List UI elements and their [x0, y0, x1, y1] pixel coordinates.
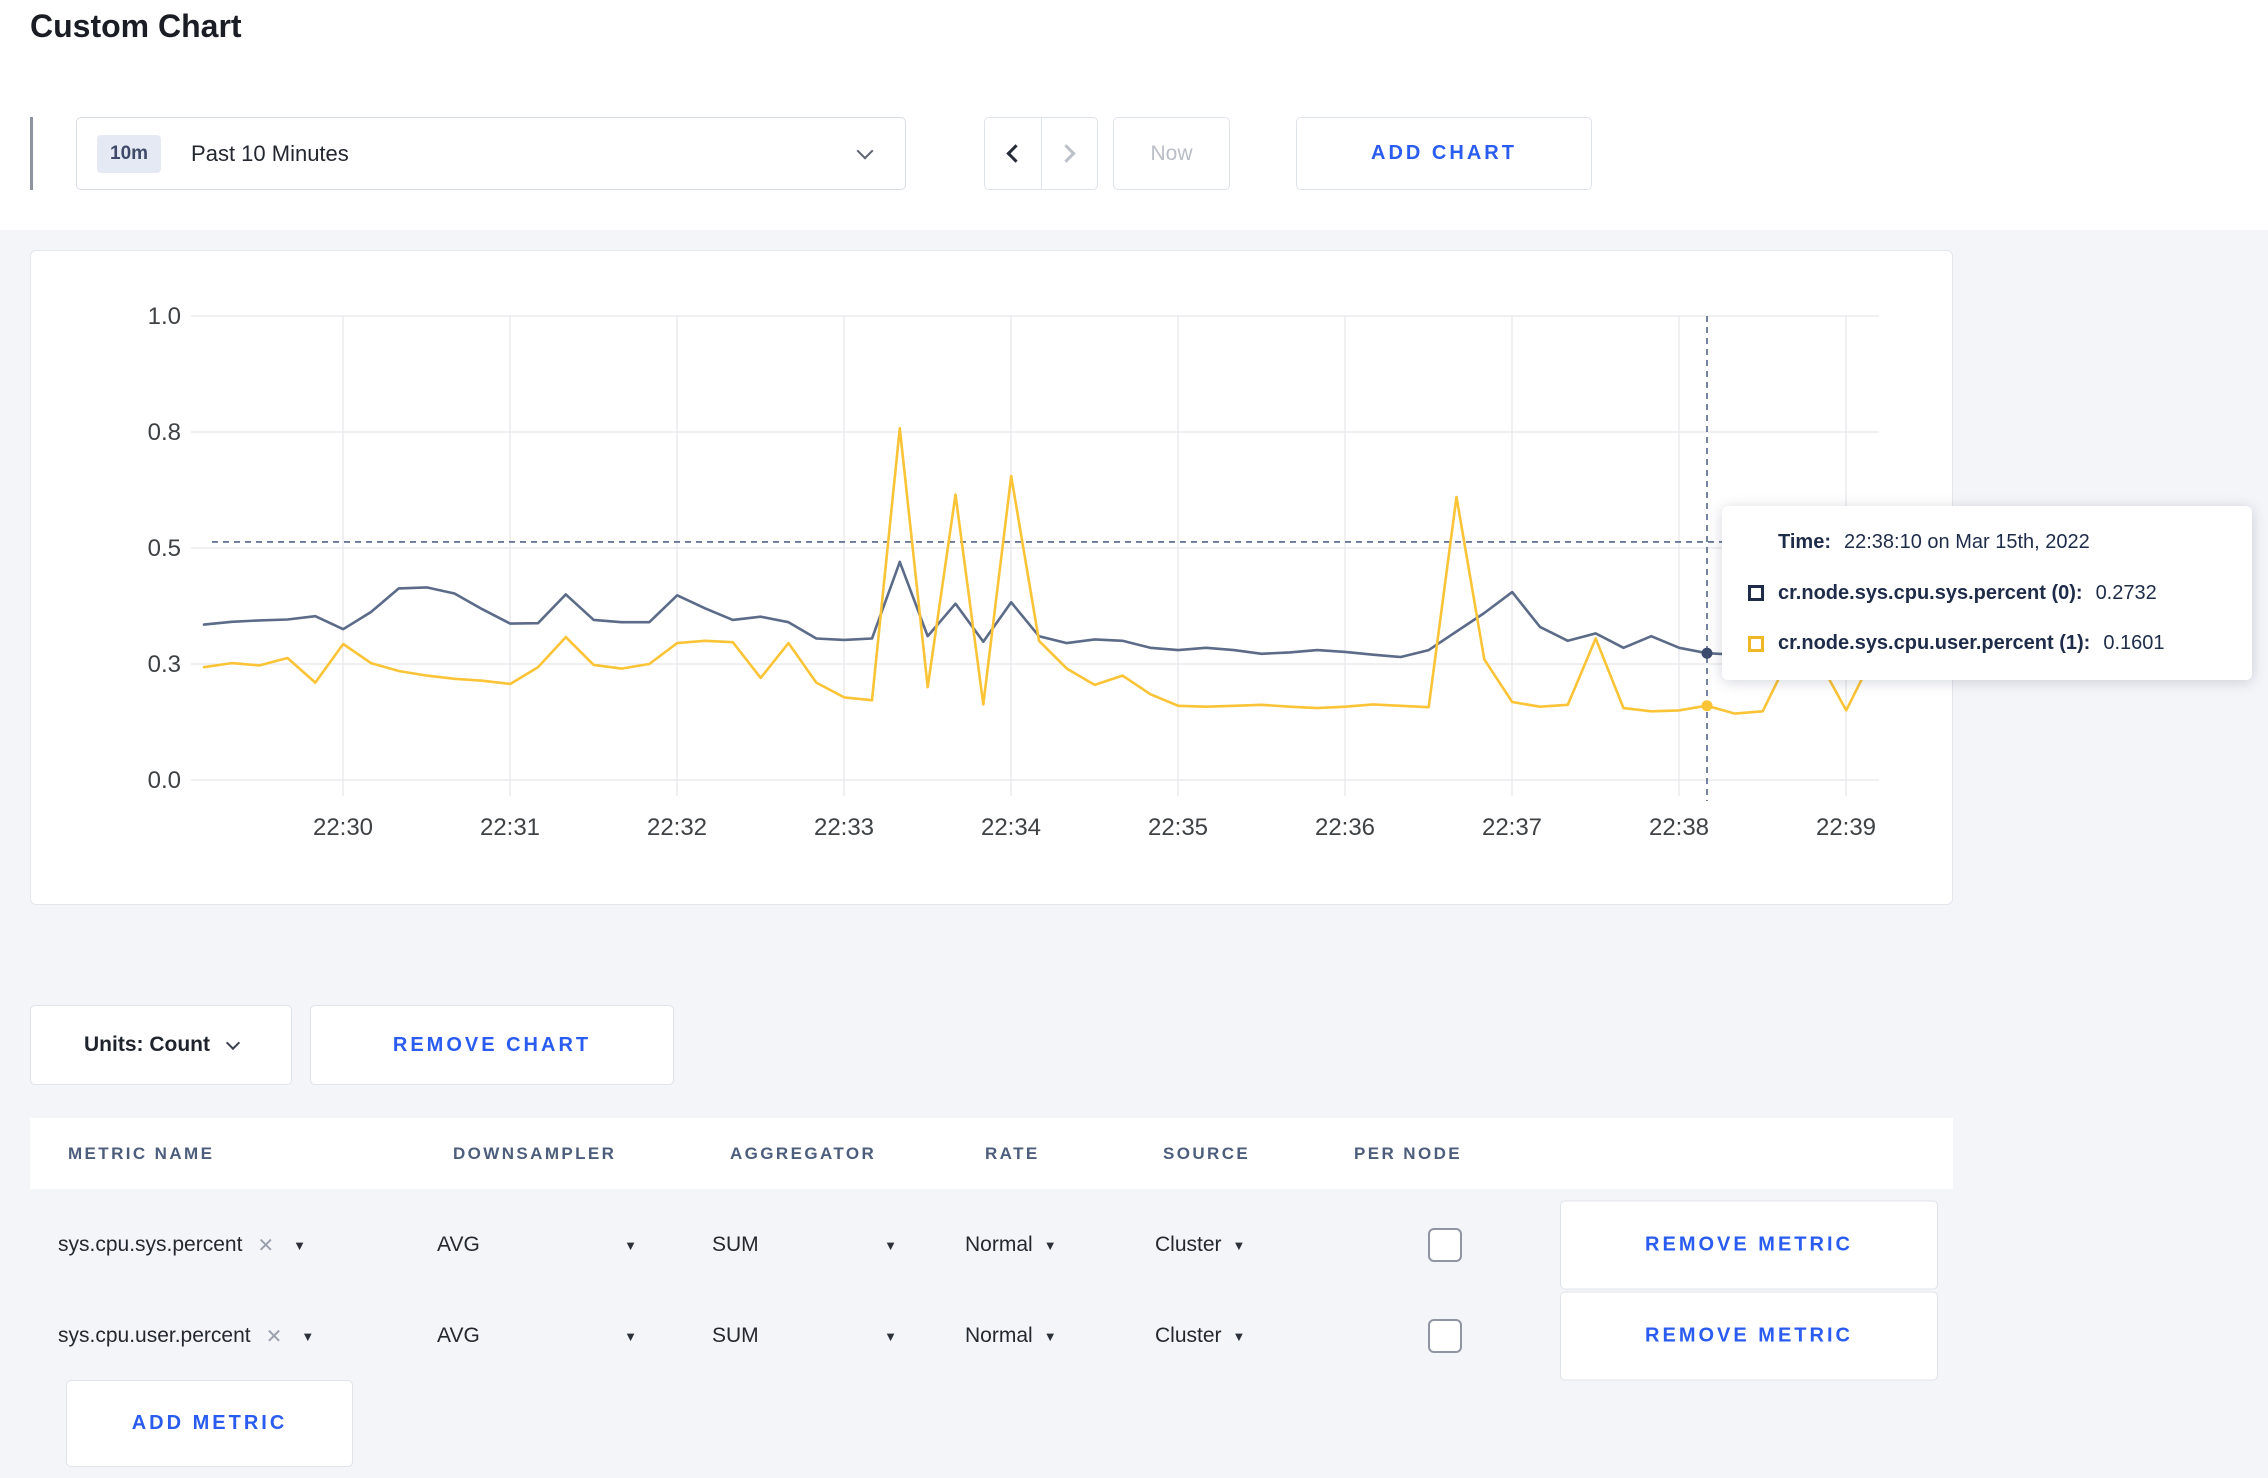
- caret-down-icon: ▼: [884, 1328, 897, 1344]
- svg-text:22:39: 22:39: [1816, 814, 1876, 841]
- metric-row: sys.cpu.sys.percent ✕ ▼ AVG ▼ SUM ▼ Norm…: [30, 1199, 1953, 1291]
- metrics-table-header: METRIC NAME DOWNSAMPLER AGGREGATOR RATE …: [30, 1118, 1953, 1189]
- caret-down-icon: ▼: [293, 1237, 307, 1253]
- downsampler-value: AVG: [437, 1233, 480, 1256]
- tooltip-time-value: 22:38:10 on Mar 15th, 2022: [1843, 531, 2090, 553]
- time-window-select[interactable]: 10m Past 10 Minutes: [76, 117, 906, 190]
- source-value: Cluster: [1155, 1233, 1222, 1256]
- add-metric-button[interactable]: ADD METRIC: [66, 1380, 353, 1467]
- clear-metric-icon[interactable]: ✕: [266, 1324, 283, 1349]
- rate-value: Normal: [965, 1233, 1033, 1256]
- add-chart-button[interactable]: ADD CHART: [1296, 117, 1592, 190]
- source-select[interactable]: Cluster ▼: [1155, 1290, 1245, 1382]
- rate-value: Normal: [965, 1324, 1033, 1347]
- caret-down-icon: ▼: [624, 1328, 637, 1344]
- time-nav-group: [984, 117, 1098, 190]
- svg-text:0.3: 0.3: [148, 651, 181, 678]
- svg-text:22:37: 22:37: [1482, 814, 1542, 841]
- metric-name-select[interactable]: sys.cpu.user.percent ✕ ▼: [58, 1290, 314, 1382]
- tooltip-series-row: cr.node.sys.cpu.sys.percent (0): 0.2732: [1748, 582, 2226, 605]
- svg-text:0.0: 0.0: [148, 767, 181, 794]
- tooltip-series-name: cr.node.sys.cpu.sys.percent (0):: [1778, 581, 2083, 604]
- aggregator-value: SUM: [712, 1233, 759, 1256]
- remove-metric-button[interactable]: REMOVE METRIC: [1560, 1200, 1938, 1290]
- caret-down-icon: ▼: [301, 1328, 315, 1344]
- svg-text:22:33: 22:33: [814, 814, 874, 841]
- metric-name-value: sys.cpu.user.percent: [58, 1324, 251, 1347]
- svg-text:22:32: 22:32: [647, 814, 707, 841]
- time-window-label: Past 10 Minutes: [191, 140, 349, 166]
- page-header: Custom Chart 10m Past 10 Minutes Now ADD…: [0, 0, 2268, 230]
- clear-metric-icon[interactable]: ✕: [257, 1233, 274, 1258]
- per-node-checkbox[interactable]: [1428, 1319, 1462, 1353]
- column-header-rate: RATE: [985, 1144, 1040, 1163]
- metric-row: sys.cpu.user.percent ✕ ▼ AVG ▼ SUM ▼ Nor…: [30, 1290, 1953, 1382]
- aggregator-select[interactable]: SUM ▼: [712, 1290, 897, 1382]
- custom-chart-page: Custom Chart 10m Past 10 Minutes Now ADD…: [0, 0, 2268, 1478]
- aggregator-value: SUM: [712, 1324, 759, 1347]
- aggregator-select[interactable]: SUM ▼: [712, 1199, 897, 1291]
- svg-text:22:30: 22:30: [313, 814, 373, 841]
- tooltip-series-value: 0.2732: [2095, 581, 2157, 604]
- chevron-down-icon: [856, 142, 874, 159]
- svg-text:22:35: 22:35: [1148, 814, 1208, 841]
- rate-select[interactable]: Normal ▼: [965, 1290, 1057, 1382]
- column-header-aggregator: AGGREGATOR: [730, 1144, 877, 1163]
- svg-text:0.5: 0.5: [148, 535, 181, 562]
- svg-text:1.0: 1.0: [148, 303, 181, 330]
- svg-text:22:34: 22:34: [981, 814, 1041, 841]
- svg-text:0.8: 0.8: [148, 419, 181, 446]
- now-button[interactable]: Now: [1113, 117, 1230, 190]
- svg-text:22:31: 22:31: [480, 814, 540, 841]
- caret-down-icon: ▼: [884, 1237, 897, 1253]
- tooltip-time-label: Time:: [1778, 531, 1831, 553]
- column-header-downsampler: DOWNSAMPLER: [453, 1144, 617, 1163]
- metric-name-value: sys.cpu.sys.percent: [58, 1233, 243, 1256]
- tooltip-series-row: cr.node.sys.cpu.user.percent (1): 0.1601: [1748, 632, 2226, 655]
- page-title: Custom Chart: [30, 8, 242, 44]
- toolbar-divider: [30, 117, 33, 190]
- tooltip-spacer: [1748, 535, 1764, 551]
- tooltip-series-value: 0.1601: [2103, 632, 2165, 654]
- caret-down-icon: ▼: [1043, 1328, 1057, 1344]
- units-select[interactable]: Units: Count: [30, 1005, 292, 1085]
- column-header-source: SOURCE: [1163, 1144, 1251, 1163]
- caret-down-icon: ▼: [624, 1237, 637, 1253]
- source-value: Cluster: [1155, 1324, 1222, 1347]
- tooltip-series-name: cr.node.sys.cpu.user.percent (1):: [1778, 632, 2091, 654]
- time-back-button[interactable]: [985, 118, 1041, 189]
- time-forward-button[interactable]: [1040, 118, 1098, 189]
- column-header-per-node: PER NODE: [1354, 1144, 1462, 1163]
- downsampler-select[interactable]: AVG ▼: [437, 1199, 637, 1291]
- svg-text:22:38: 22:38: [1649, 814, 1709, 841]
- caret-down-icon: ▼: [1232, 1237, 1246, 1253]
- units-label: Units: Count: [84, 1033, 210, 1056]
- remove-metric-button[interactable]: REMOVE METRIC: [1560, 1291, 1938, 1381]
- series-swatch-icon: [1748, 635, 1764, 652]
- metric-name-select[interactable]: sys.cpu.sys.percent ✕ ▼: [58, 1199, 306, 1291]
- chevron-left-icon: [1006, 144, 1025, 163]
- tooltip-time-row: Time: 22:38:10 on Mar 15th, 2022: [1748, 531, 2226, 554]
- source-select[interactable]: Cluster ▼: [1155, 1199, 1245, 1291]
- per-node-checkbox[interactable]: [1428, 1228, 1462, 1262]
- column-header-metric-name: METRIC NAME: [68, 1144, 215, 1163]
- time-window-badge: 10m: [97, 134, 162, 173]
- series-swatch-icon: [1748, 585, 1764, 601]
- remove-chart-button[interactable]: REMOVE CHART: [310, 1005, 674, 1085]
- caret-down-icon: ▼: [1232, 1328, 1246, 1344]
- chart-tooltip: Time: 22:38:10 on Mar 15th, 2022 cr.node…: [1722, 506, 2252, 680]
- caret-down-icon: ▼: [1043, 1237, 1057, 1253]
- chevron-down-icon: [225, 1035, 241, 1051]
- chevron-right-icon: [1057, 144, 1076, 163]
- chart-card: 0.0 0.3 0.5 0.8 1.0 22:30 22:31 22:32 22:33 22:34…: [30, 250, 1953, 905]
- downsampler-select[interactable]: AVG ▼: [437, 1290, 637, 1382]
- custom-chart[interactable]: 0.0 0.3 0.5 0.8 1.0 22:30 22:31 22:32 22:33 22:34…: [31, 251, 1952, 904]
- downsampler-value: AVG: [437, 1324, 480, 1347]
- rate-select[interactable]: Normal ▼: [965, 1199, 1057, 1291]
- svg-text:22:36: 22:36: [1315, 814, 1375, 841]
